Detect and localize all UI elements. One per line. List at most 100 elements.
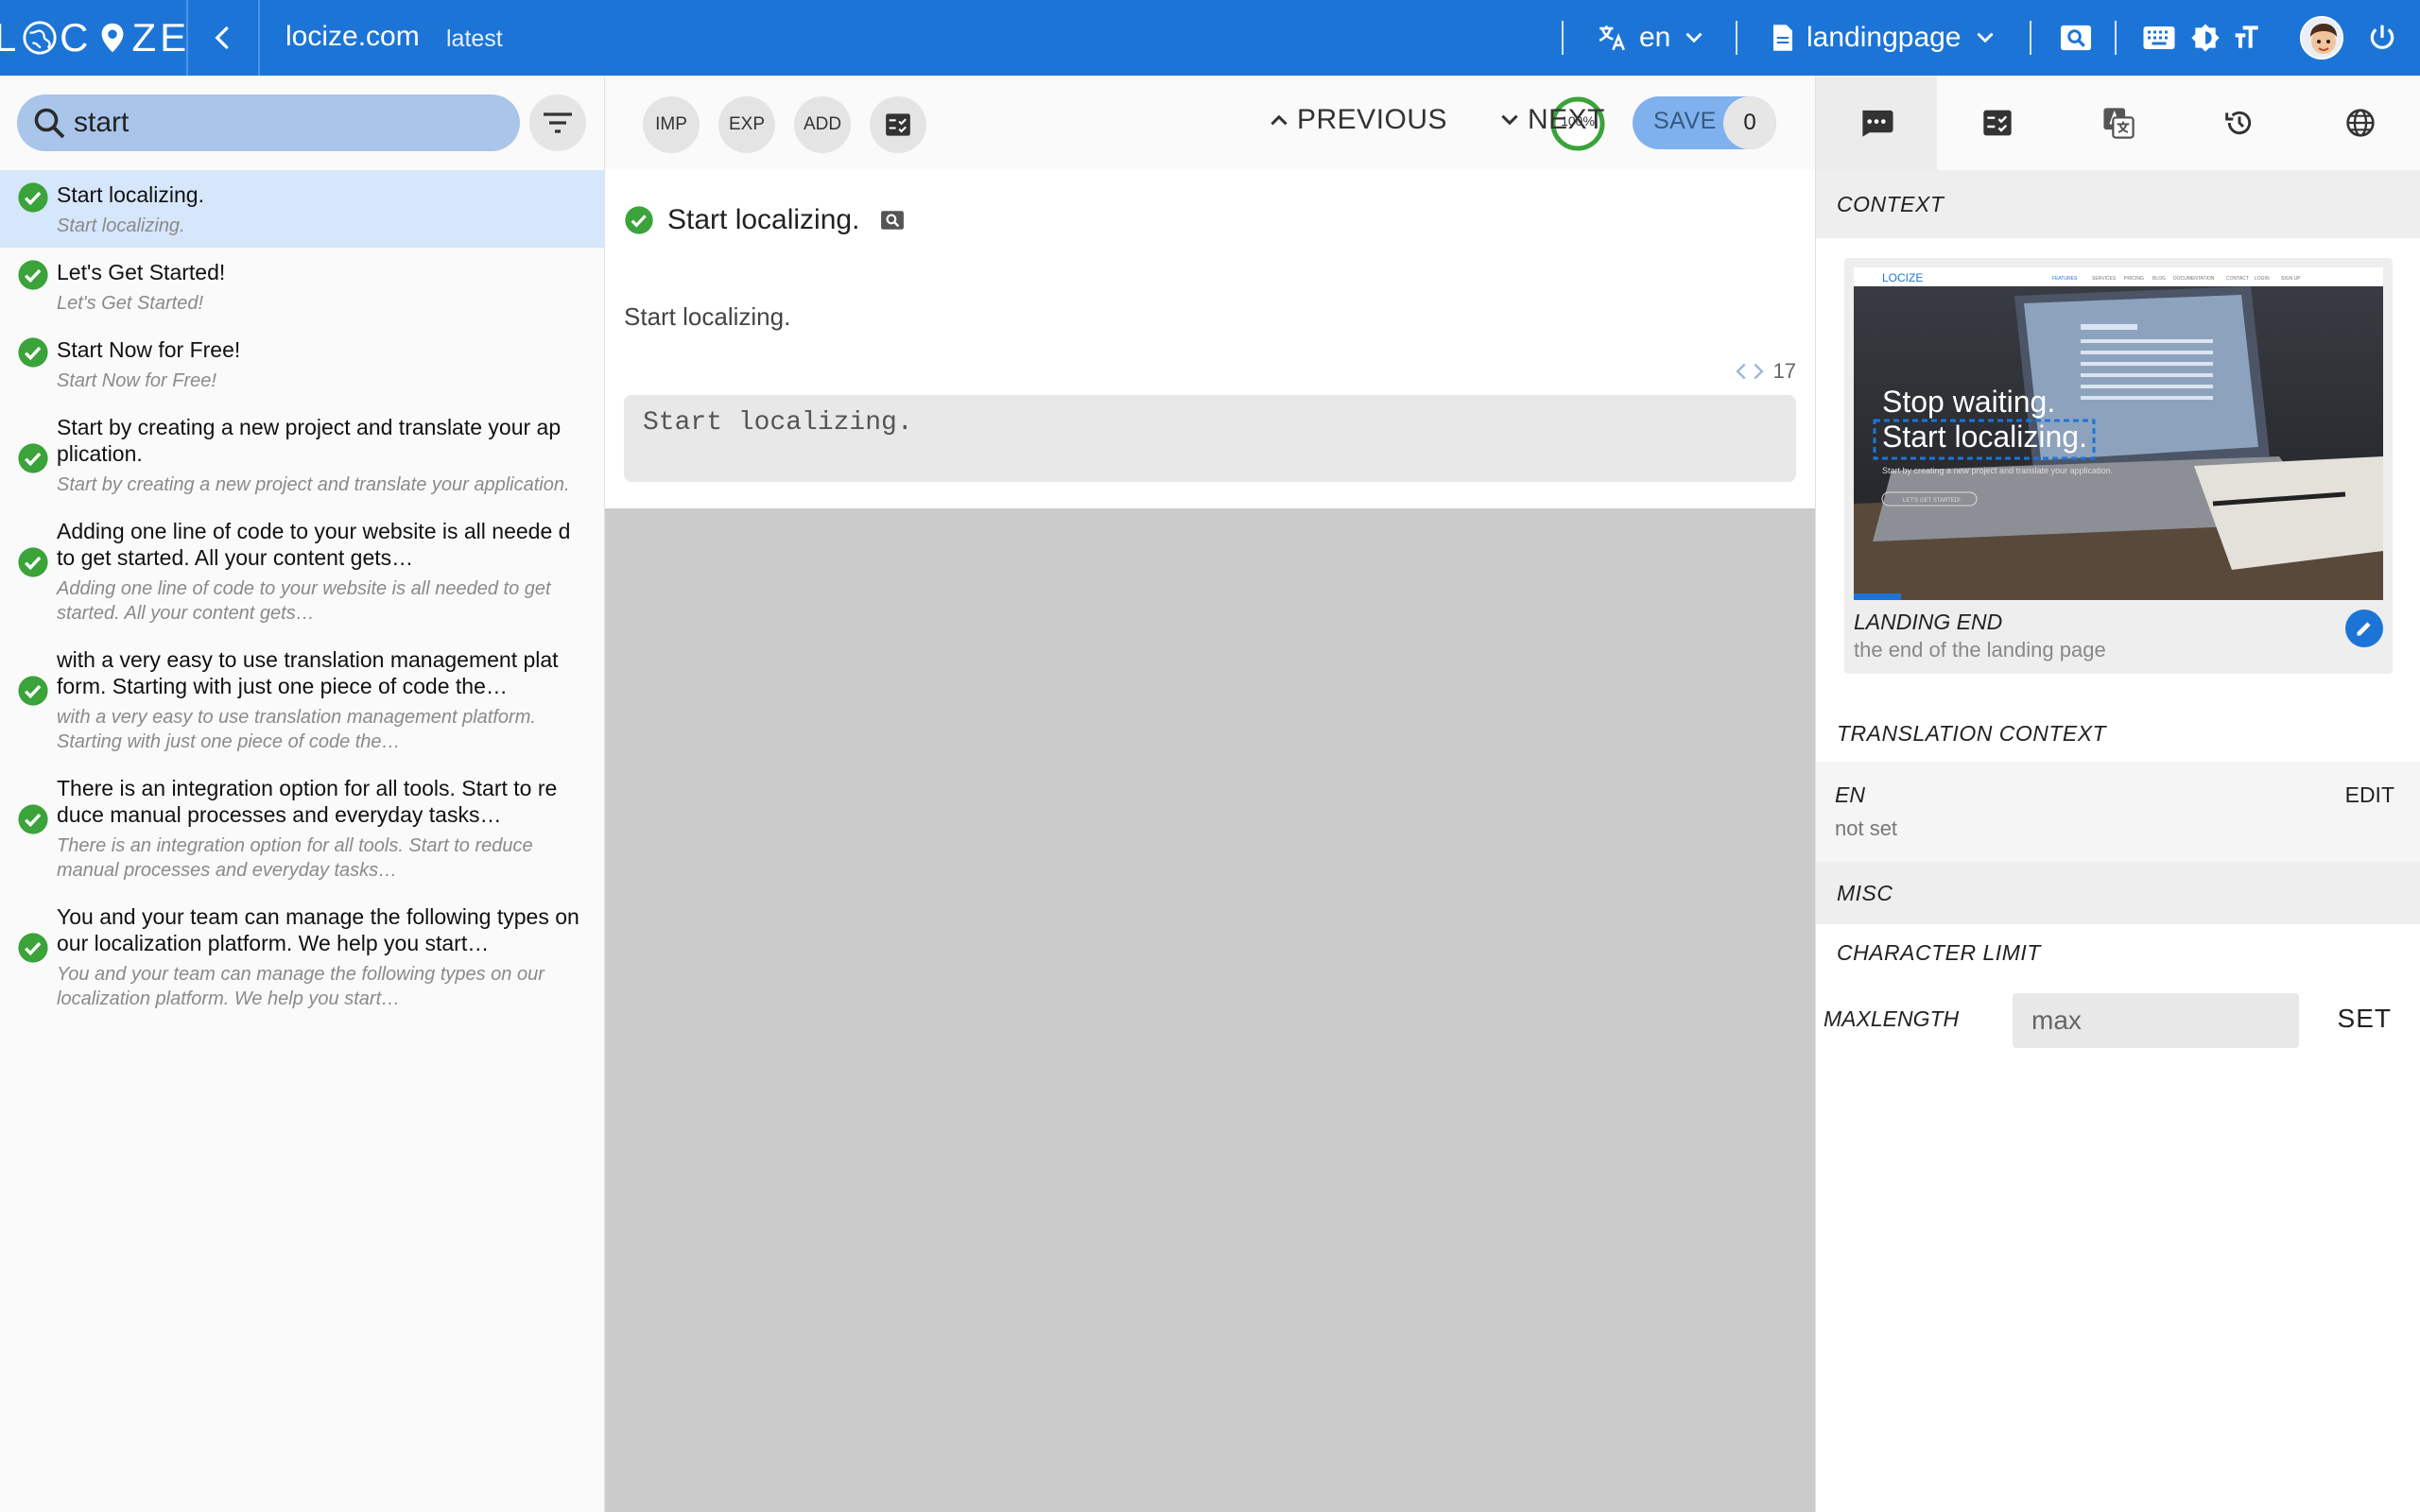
key-translation: You and your team can manage the followi…: [57, 964, 544, 1009]
key-translation: Let's Get Started!: [57, 293, 204, 314]
next-button[interactable]: NEXT: [1497, 104, 1605, 136]
key-list-item[interactable]: Start Now for Free! Start Now for Free!: [0, 325, 605, 403]
context-description: the end of the landing page: [1854, 638, 2106, 662]
keyboard-icon: [2143, 26, 2175, 49]
screenshot-nav-item: SERVICES: [2092, 276, 2117, 282]
chevron-left-icon: [215, 26, 229, 49]
language-select[interactable]: en: [1596, 0, 1706, 76]
translation-context-value: not set: [1835, 816, 1898, 840]
check-circle-icon: [18, 337, 48, 368]
key-list: Start localizing. Start localizing. Let's …: [0, 170, 605, 1021]
context-card[interactable]: LOCIZE FEATURES SERVICES PRICING BLOG DO…: [1844, 258, 2393, 674]
edit-context-button[interactable]: [2345, 610, 2383, 647]
tab-machine-translation[interactable]: [2058, 76, 2179, 170]
key-list-item[interactable]: There is an integration option for all t…: [0, 764, 605, 892]
edit-translation-context-button[interactable]: EDIT: [2345, 782, 2394, 808]
context-header: CONTEXT: [1816, 170, 2420, 238]
key-name: Start localizing.: [57, 182, 204, 207]
filter-icon: [544, 112, 572, 133]
toolbar-divider: [1736, 21, 1737, 55]
checklist-icon: [1983, 110, 2012, 136]
check-circle-icon: [18, 547, 48, 577]
key-list-panel: Start localizing. Start localizing. Let's …: [0, 76, 605, 1512]
tab-languages[interactable]: [2300, 76, 2420, 170]
set-maxlength-button[interactable]: SET: [2338, 1004, 2392, 1034]
previous-label: PREVIOUS: [1297, 104, 1448, 135]
image-search-icon[interactable]: [880, 209, 905, 232]
logo[interactable]: L C ZE: [0, 0, 186, 76]
key-translation: Start by creating a new project and tran…: [57, 474, 570, 495]
search-box[interactable]: [17, 94, 520, 151]
project-version[interactable]: latest: [446, 26, 503, 53]
key-name: There is an integration option for all t…: [57, 776, 558, 827]
top-bar: L C ZE locize.com latest en landingpage: [0, 0, 2420, 76]
translation-context-language: EN: [1835, 782, 1865, 807]
character-limit-header: CHARACTER LIMIT: [1837, 939, 2041, 965]
unsaved-count-badge: 0: [1723, 96, 1776, 149]
toolbar-divider: [2030, 21, 2031, 55]
font-size-button[interactable]: [2229, 19, 2267, 57]
image-search-icon: [2061, 25, 2091, 51]
key-translation: Start localizing.: [57, 215, 185, 236]
review-button[interactable]: [870, 96, 926, 153]
tab-context[interactable]: [1816, 76, 1937, 170]
add-key-button[interactable]: ADD: [794, 96, 851, 153]
next-label: NEXT: [1528, 104, 1606, 135]
search-input[interactable]: [74, 107, 490, 139]
screenshot-headline-2: Start localizing.: [1882, 420, 2087, 454]
key-list-item[interactable]: with a very easy to use translation mana…: [0, 635, 605, 764]
context-screenshot[interactable]: LOCIZE FEATURES SERVICES PRICING BLOG DO…: [1854, 267, 2383, 600]
user-avatar-icon: [2302, 18, 2342, 58]
screenshot-tagline: Start by creating a new project and tran…: [1882, 466, 2113, 475]
translation-context-row: EN not set EDIT: [1816, 762, 2420, 862]
editor-key-row: Start localizing.: [624, 204, 905, 236]
editor-empty-area: [605, 508, 1815, 1512]
translation-textarea[interactable]: Start localizing.: [624, 395, 1796, 482]
globe-logo-icon: [23, 21, 57, 55]
namespace-value: landingpage: [1806, 22, 1962, 53]
key-translation: with a very easy to use translation mana…: [57, 707, 536, 752]
history-icon: [2225, 111, 2252, 135]
check-circle-icon: [18, 443, 48, 473]
screenshot-nav-item: PRICING: [2124, 276, 2144, 282]
key-name: Start by creating a new project and tran…: [57, 415, 562, 466]
pin-logo-icon: [101, 23, 123, 53]
chevron-up-icon: [1270, 114, 1288, 126]
brightness-icon: [2191, 24, 2220, 52]
context-search-button[interactable]: [2057, 19, 2095, 57]
power-icon: [2370, 25, 2394, 49]
save-button[interactable]: SAVE 0: [1633, 96, 1776, 149]
check-circle-icon: [625, 206, 653, 234]
key-list-item[interactable]: Start localizing. Start localizing.: [0, 170, 605, 248]
export-button[interactable]: EXP: [718, 96, 775, 153]
tab-review[interactable]: [1937, 76, 2058, 170]
key-list-item[interactable]: You and your team can manage the followi…: [0, 892, 605, 1021]
check-circle-icon: [18, 933, 48, 963]
key-list-item[interactable]: Start by creating a new project and tran…: [0, 403, 605, 507]
language-value: en: [1639, 22, 1671, 53]
toolbar-divider: [1562, 21, 1564, 55]
screenshot-nav-item: FEATURES: [2052, 276, 2078, 282]
key-translation: There is an integration option for all t…: [57, 835, 533, 881]
key-name: Start Now for Free!: [57, 337, 241, 362]
key-list-item[interactable]: Adding one line of code to your website …: [0, 507, 605, 635]
screenshot-nav-item: SIGN UP: [2281, 276, 2301, 282]
import-button[interactable]: IMP: [643, 96, 700, 153]
previous-button[interactable]: PREVIOUS: [1267, 104, 1447, 136]
tab-history[interactable]: [2179, 76, 2300, 170]
namespace-select[interactable]: landingpage: [1771, 0, 1997, 76]
code-icon: [1735, 363, 1764, 380]
project-name[interactable]: locize.com: [285, 21, 420, 53]
translation-context-header: TRANSLATION CONTEXT: [1837, 720, 2107, 746]
key-list-item[interactable]: Let's Get Started! Let's Get Started!: [0, 248, 605, 325]
logout-button[interactable]: [2363, 19, 2401, 57]
theme-toggle-button[interactable]: [2187, 19, 2224, 57]
keyboard-shortcuts-button[interactable]: [2140, 19, 2178, 57]
avatar[interactable]: [2300, 16, 2343, 60]
maxlength-input[interactable]: [2013, 993, 2299, 1048]
screenshot-nav-item: LOGIN: [2255, 276, 2270, 282]
context-label: LANDING END: [1854, 610, 2003, 634]
details-panel: CONTEXT LOCIZE FEATURES SERVICES PRICING…: [1815, 76, 2420, 1512]
filter-button[interactable]: [529, 94, 586, 151]
back-button[interactable]: [186, 0, 260, 76]
